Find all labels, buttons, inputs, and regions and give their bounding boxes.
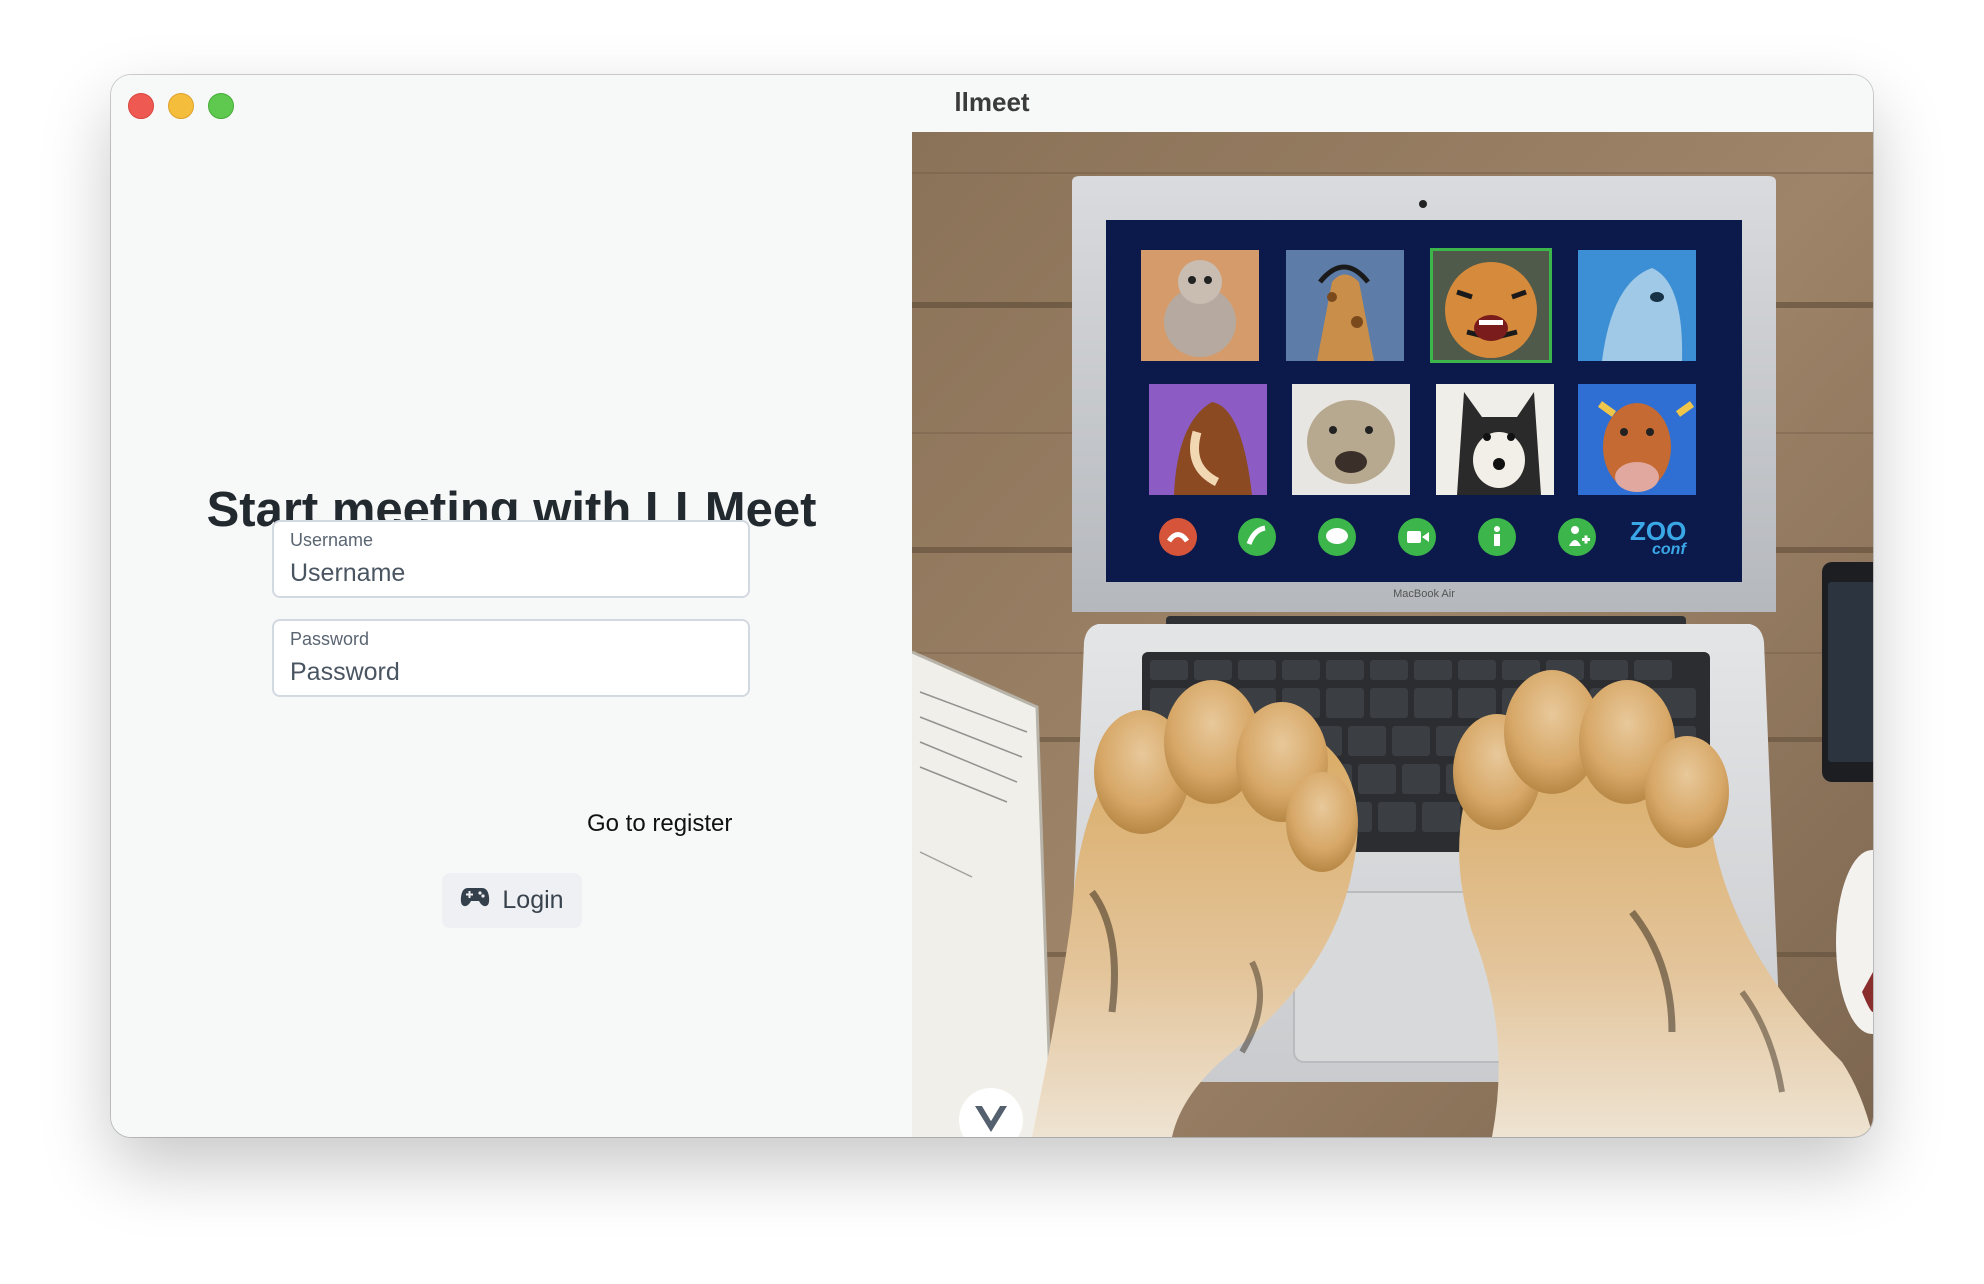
add-user-icon [1558, 518, 1596, 556]
hang-up-icon [1159, 518, 1197, 556]
brand-conf: conf [1652, 541, 1687, 558]
info-icon [1478, 518, 1516, 556]
login-button-label: Login [502, 886, 564, 914]
video-tile-husky [1436, 384, 1554, 495]
app-window: llmeet Start meeting with LLMeet Usernam… [111, 75, 1873, 1137]
phone-icon [1238, 518, 1276, 556]
video-tile-giraffe [1286, 250, 1404, 361]
register-link[interactable]: Go to register [587, 810, 732, 838]
video-tile-sheep [1292, 384, 1410, 495]
window-title: llmeet [954, 87, 1030, 117]
hero-image: ZOO conf MacBook Air [912, 132, 1873, 1137]
video-tile-tiger [1430, 248, 1552, 363]
gamepad-icon [460, 885, 490, 916]
login-button[interactable]: Login [442, 873, 582, 928]
password-input[interactable] [290, 655, 730, 689]
password-label: Password [290, 629, 370, 649]
title-bar: llmeet [111, 75, 1873, 132]
phone [1822, 562, 1873, 782]
notebook [912, 650, 1054, 1137]
video-icon [1398, 518, 1436, 556]
video-tile-cat [1141, 250, 1259, 361]
login-panel: Start meeting with LLMeet Username Passw… [111, 132, 912, 1137]
video-tile-dolphin [1578, 250, 1696, 361]
username-input[interactable] [290, 556, 730, 590]
password-field[interactable]: Password [272, 619, 750, 697]
laptop-label: MacBook Air [1393, 588, 1455, 600]
video-tile-cow [1578, 384, 1696, 495]
username-label: Username [290, 530, 374, 550]
video-tile-horse [1149, 384, 1267, 495]
username-field[interactable]: Username [272, 520, 750, 598]
chat-icon [1318, 518, 1356, 556]
